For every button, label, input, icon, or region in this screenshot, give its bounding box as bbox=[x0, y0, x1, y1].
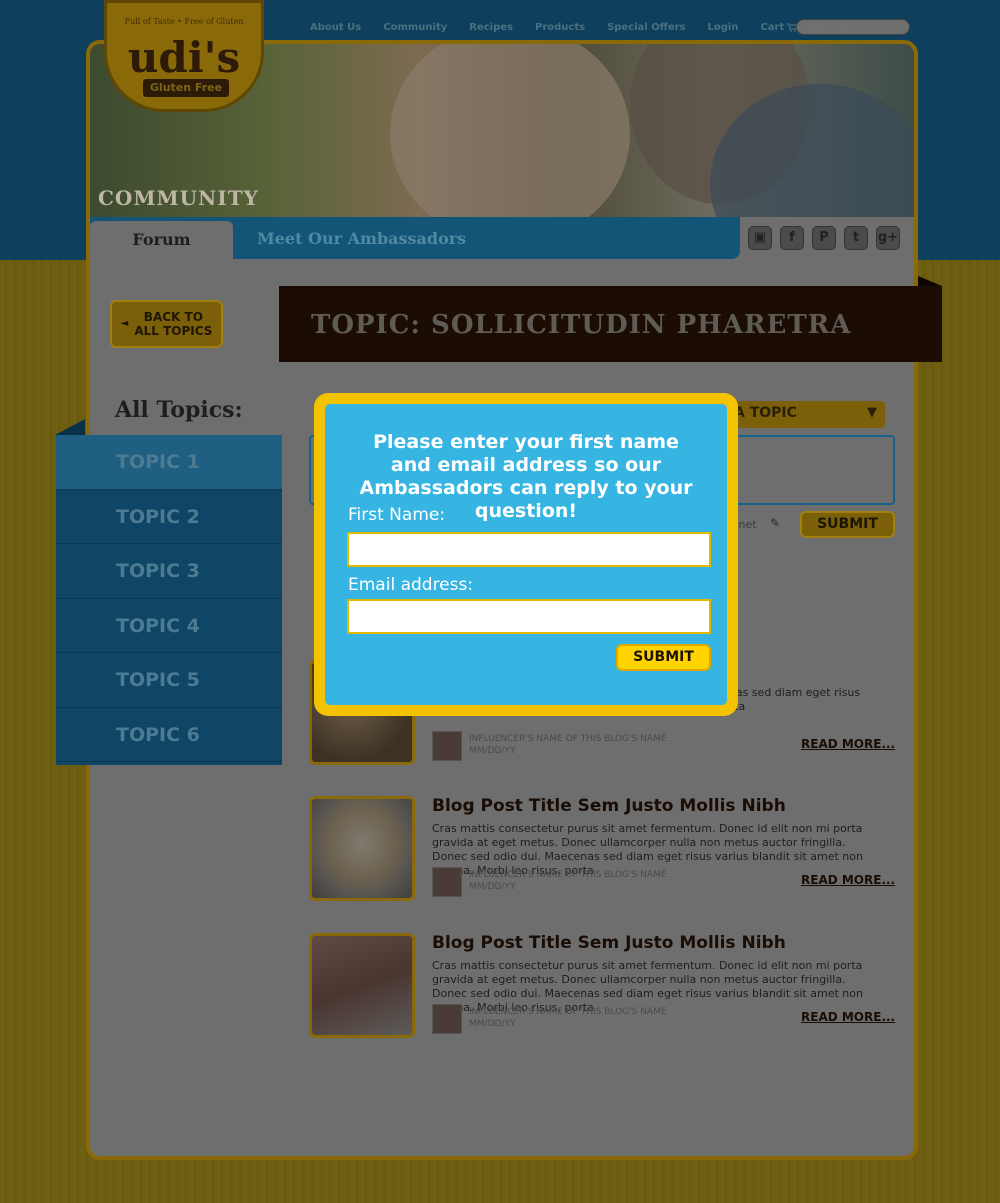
search-input[interactable] bbox=[796, 19, 910, 35]
post-thumbnail[interactable] bbox=[309, 796, 415, 901]
google-plus-icon[interactable]: g+ bbox=[876, 226, 900, 250]
social-links: ▣ f P t g+ bbox=[748, 226, 900, 250]
tab-forum[interactable]: Forum bbox=[90, 221, 233, 259]
read-more-link[interactable]: READ MORE... bbox=[801, 1010, 895, 1024]
logo-name: udi's bbox=[127, 33, 241, 82]
avatar bbox=[432, 867, 462, 897]
topic-title: TOPIC: SOLLICITUDIN PHARETRA bbox=[311, 310, 852, 340]
contact-modal: Please enter your first name and email a… bbox=[314, 393, 738, 716]
post-meta: INFLUENCER'S NAME OF THIS BLOG'S NAME MM… bbox=[469, 869, 667, 893]
pencil-icon[interactable]: ✎ bbox=[770, 516, 780, 530]
blog-post: Blog Post Title Sem Justo Mollis Nibh Cr… bbox=[309, 796, 899, 904]
sidebar-item-topic-6[interactable]: TOPIC 6 bbox=[56, 708, 282, 762]
all-topics-heading: All Topics: bbox=[115, 397, 243, 423]
post-meta: INFLUENCER'S NAME OF THIS BLOG'S NAME MM… bbox=[469, 1006, 667, 1030]
pinterest-icon[interactable]: P bbox=[812, 226, 836, 250]
logo-subtitle: Gluten Free bbox=[143, 79, 229, 97]
cart-label: Cart bbox=[760, 22, 785, 33]
hero-photo-person bbox=[390, 44, 630, 217]
topic-sidebar: TOPIC 1 TOPIC 2 TOPIC 3 TOPIC 4 TOPIC 5 … bbox=[55, 419, 282, 765]
post-title[interactable]: Blog Post Title Sem Justo Mollis Nibh bbox=[432, 796, 786, 816]
nav-recipes[interactable]: Recipes bbox=[469, 22, 513, 33]
facebook-icon[interactable]: f bbox=[780, 226, 804, 250]
blog-post: Blog Post Title Sem Justo Mollis Nibh Cr… bbox=[309, 933, 899, 1041]
first-name-label: First Name: bbox=[348, 505, 446, 525]
post-author: INFLUENCER'S NAME OF THIS BLOG'S NAME bbox=[469, 870, 667, 880]
caret-down-icon: ▼ bbox=[867, 405, 877, 420]
read-more-link[interactable]: READ MORE... bbox=[801, 737, 895, 751]
topic-select-value: A TOPIC bbox=[734, 405, 797, 421]
nav-login[interactable]: Login bbox=[708, 22, 739, 33]
sidebar-notch bbox=[55, 419, 85, 435]
brand-logo[interactable]: Full of Taste • Free of Gluten udi's Glu… bbox=[104, 0, 264, 112]
tab-meet-ambassadors[interactable]: Meet Our Ambassadors bbox=[257, 229, 466, 248]
sidebar-item-topic-4[interactable]: TOPIC 4 bbox=[56, 599, 282, 653]
back-button-label: BACK TO ALL TOPICS bbox=[134, 310, 212, 338]
nav-cart[interactable]: Cart bbox=[760, 22, 798, 33]
sidebar-item-topic-5[interactable]: TOPIC 5 bbox=[56, 653, 282, 708]
twitter-icon[interactable]: t bbox=[844, 226, 868, 250]
back-button-line1: BACK TO bbox=[143, 310, 203, 324]
post-date: MM/DD/YY bbox=[469, 882, 516, 892]
back-button-line2: ALL TOPICS bbox=[134, 324, 213, 338]
hero-label: COMMUNITY bbox=[98, 186, 259, 210]
read-more-link[interactable]: READ MORE... bbox=[801, 873, 895, 887]
post-thumbnail[interactable] bbox=[309, 933, 415, 1038]
arrow-left-icon: ◄ bbox=[120, 318, 129, 329]
avatar bbox=[432, 1004, 462, 1034]
logo-tagline: Full of Taste • Free of Gluten bbox=[124, 17, 244, 26]
post-author: INFLUENCER'S NAME OF THIS BLOG'S NAME bbox=[469, 734, 667, 744]
post-date: MM/DD/YY bbox=[469, 746, 516, 756]
post-author: INFLUENCER'S NAME OF THIS BLOG'S NAME bbox=[469, 1007, 667, 1017]
nav-products[interactable]: Products bbox=[535, 22, 585, 33]
banner-fold bbox=[918, 276, 942, 286]
nav-special-offers[interactable]: Special Offers bbox=[607, 22, 685, 33]
sidebar-item-topic-1[interactable]: TOPIC 1 bbox=[56, 435, 282, 490]
topic-select[interactable]: A TOPIC ▼ bbox=[720, 401, 885, 428]
sidebar-item-topic-2[interactable]: TOPIC 2 bbox=[56, 490, 282, 544]
topic-banner: TOPIC: SOLLICITUDIN PHARETRA bbox=[279, 276, 942, 362]
email-field[interactable] bbox=[347, 599, 711, 634]
post-meta: INFLUENCER'S NAME OF THIS BLOG'S NAME MM… bbox=[469, 733, 667, 757]
nav-about-us[interactable]: About Us bbox=[310, 22, 361, 33]
first-name-field[interactable] bbox=[347, 532, 711, 567]
back-to-all-topics-button[interactable]: ◄ BACK TO ALL TOPICS bbox=[110, 300, 223, 348]
question-submit-button[interactable]: SUBMIT bbox=[800, 511, 895, 538]
email-fragment: .net bbox=[735, 518, 757, 531]
modal-body: Please enter your first name and email a… bbox=[325, 404, 727, 705]
nav-community[interactable]: Community bbox=[383, 22, 447, 33]
avatar bbox=[432, 731, 462, 761]
instagram-icon[interactable]: ▣ bbox=[748, 226, 772, 250]
sidebar-item-topic-3[interactable]: TOPIC 3 bbox=[56, 544, 282, 599]
modal-submit-button[interactable]: SUBMIT bbox=[616, 644, 711, 671]
top-navigation: About Us Community Recipes Products Spec… bbox=[310, 22, 798, 33]
post-title[interactable]: Blog Post Title Sem Justo Mollis Nibh bbox=[432, 933, 786, 953]
email-label: Email address: bbox=[348, 575, 474, 595]
post-date: MM/DD/YY bbox=[469, 1019, 516, 1029]
